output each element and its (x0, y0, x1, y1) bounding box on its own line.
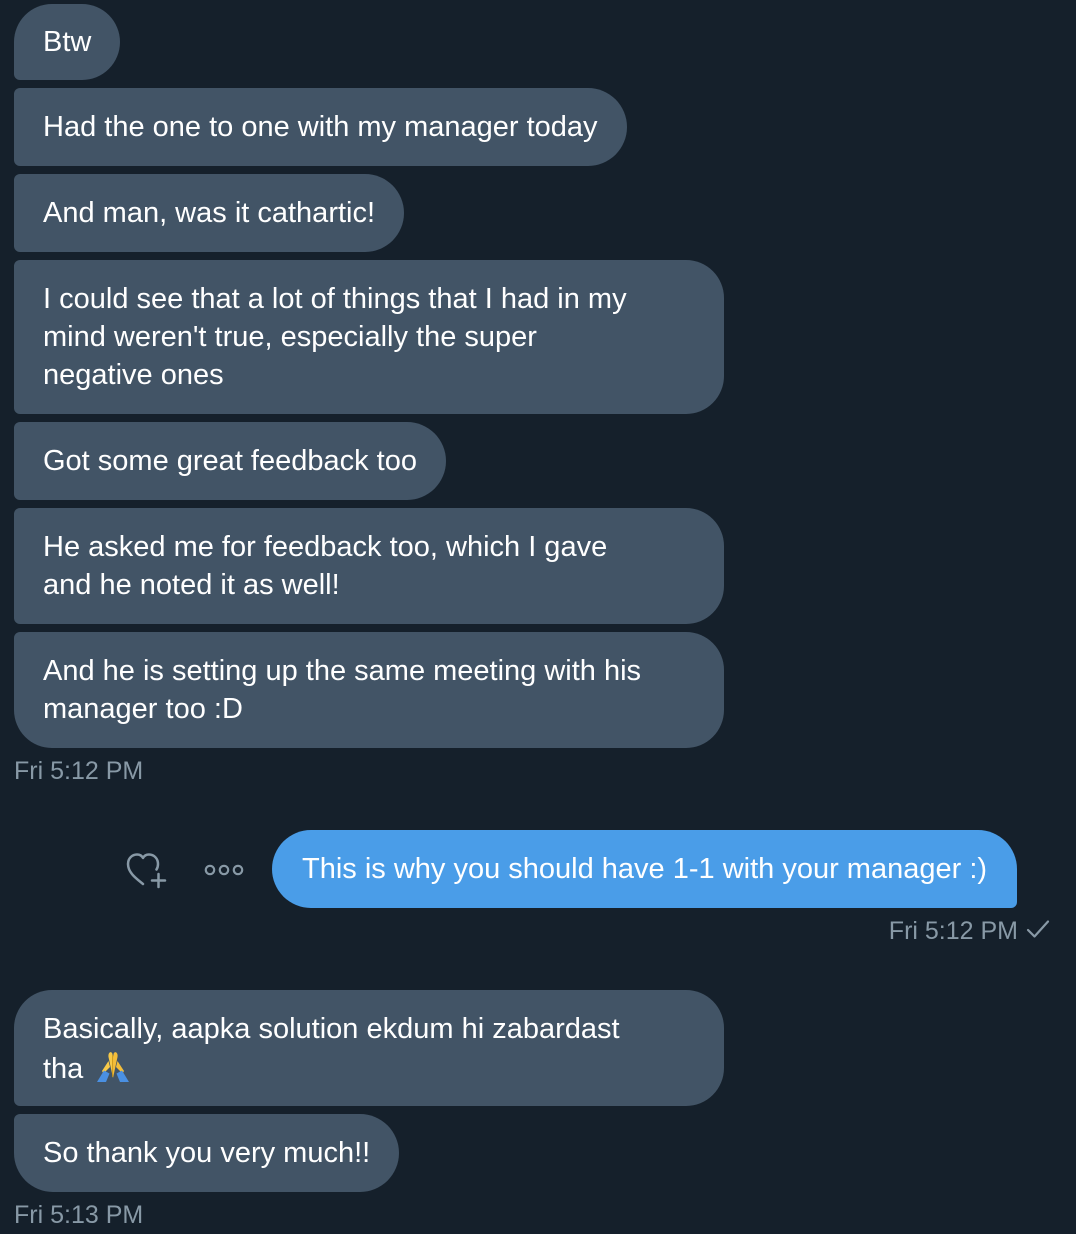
message-timestamp: Fri 5:12 PM (889, 916, 1050, 946)
message-timestamp: Fri 5:13 PM (14, 1201, 144, 1229)
message-text: Had the one to one with my manager today (43, 111, 598, 143)
message-text: mind weren't true, especially the super (43, 321, 537, 353)
incoming-message[interactable]: I could see that a lot of things that I … (14, 260, 724, 414)
incoming-message[interactable]: Btw (14, 4, 121, 80)
message-text: This is why you should have 1-1 with you… (302, 853, 988, 885)
checkmark-icon (1026, 916, 1050, 946)
message-text: Btw (43, 26, 92, 58)
folded-hands-emoji (93, 1048, 133, 1094)
add-reaction-icon[interactable] (124, 850, 170, 895)
incoming-message[interactable]: Had the one to one with my manager today (14, 88, 627, 166)
incoming-message[interactable]: And man, was it cathartic! (14, 174, 405, 252)
incoming-message[interactable]: And he is setting up the same meeting wi… (14, 632, 724, 748)
message-text: So thank you very much!! (43, 1137, 371, 1169)
incoming-message[interactable]: Basically, aapka solution ekdum hi zabar… (14, 990, 724, 1106)
message-text: and he noted it as well! (43, 569, 340, 601)
message-text: I could see that a lot of things that I … (43, 283, 627, 315)
message-text: He asked me for feedback too, which I ga… (43, 531, 608, 563)
timestamp-text: Fri 5:12 PM (888, 917, 1018, 945)
message-text: tha (43, 1053, 84, 1085)
message-text: Got some great feedback too (43, 445, 417, 477)
more-options-icon[interactable] (204, 860, 244, 885)
message-text: And man, was it cathartic! (43, 197, 376, 229)
message-text-with-emoji: tha (43, 1048, 695, 1094)
outgoing-message[interactable]: This is why you should have 1-1 with you… (272, 830, 1018, 908)
message-timestamp: Fri 5:12 PM (14, 757, 144, 785)
incoming-message[interactable]: Got some great feedback too (14, 422, 446, 500)
incoming-message[interactable]: He asked me for feedback too, which I ga… (14, 508, 724, 624)
message-text: And he is setting up the same meeting wi… (43, 655, 642, 687)
message-text: negative ones (43, 359, 224, 391)
message-text: Basically, aapka solution ekdum hi zabar… (43, 1013, 620, 1045)
message-thread: Btw Had the one to one with my manager t… (0, 0, 1076, 1234)
incoming-message[interactable]: So thank you very much!! (14, 1114, 400, 1192)
message-text: manager too :D (43, 693, 243, 725)
